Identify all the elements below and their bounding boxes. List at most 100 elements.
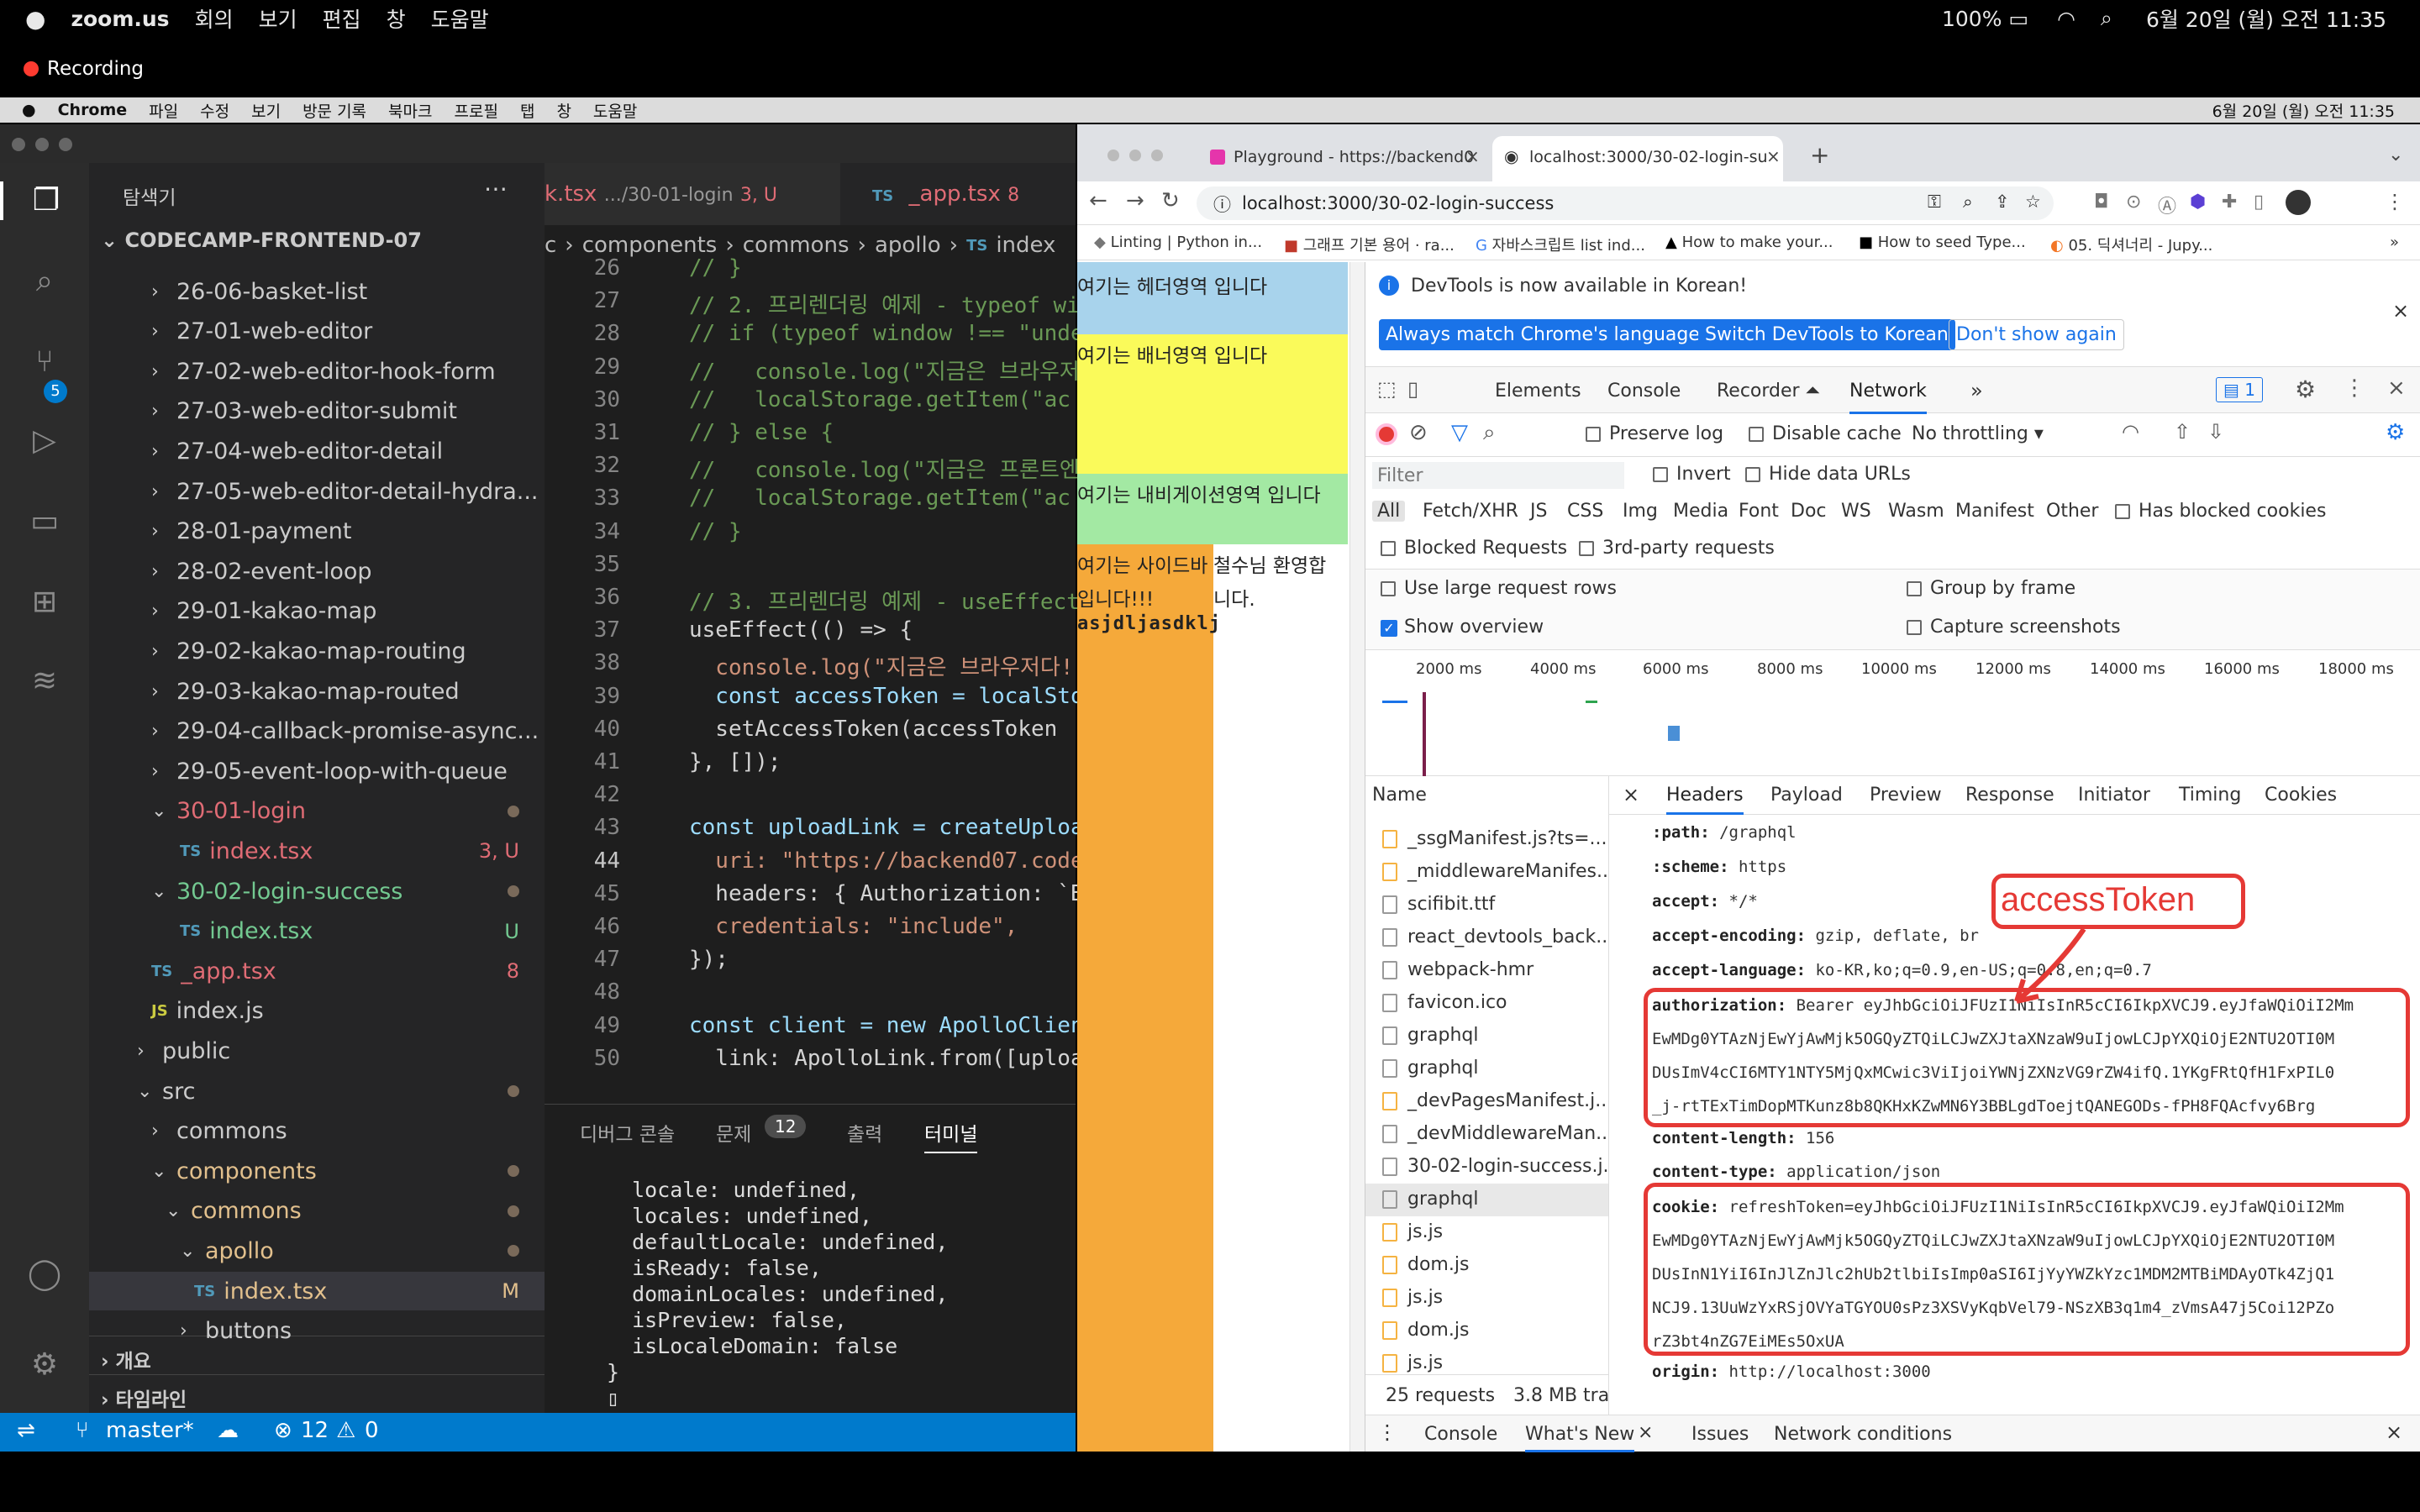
- tree-item[interactable]: › public: [89, 1032, 544, 1070]
- code-line[interactable]: uri: "https://backend07.code: [689, 848, 1083, 874]
- tree-item[interactable]: › buttons: [89, 1312, 544, 1351]
- bookmark-item[interactable]: G 자바스크립트 list ind...: [1476, 234, 1645, 255]
- breadcrumb-item[interactable]: c: [544, 233, 556, 258]
- tree-item[interactable]: › 29-02-kakao-map-routing: [89, 632, 544, 670]
- panel-tab-output[interactable]: 출력: [847, 1118, 882, 1147]
- window-close-button[interactable]: [12, 138, 25, 151]
- request-row[interactable]: _devPagesManifest.j...: [1365, 1085, 1608, 1118]
- filter-icon[interactable]: ▽: [1451, 420, 1468, 445]
- search-icon[interactable]: ⌕: [2101, 6, 2112, 31]
- back-button[interactable]: ←: [1089, 188, 1107, 213]
- breadcrumb-item[interactable]: apollo: [875, 233, 941, 258]
- new-tab-button[interactable]: +: [1810, 141, 1829, 169]
- devtools-tab-more[interactable]: »: [1970, 379, 1983, 402]
- tree-item[interactable]: › 27-02-web-editor-hook-form: [89, 352, 544, 391]
- chrome-menu-profile[interactable]: 프로필: [455, 99, 498, 122]
- run-debug-icon[interactable]: ▷: [25, 422, 64, 460]
- timeline-section[interactable]: › 타임라인: [89, 1374, 544, 1413]
- editor-tab-app[interactable]: TS _app.tsx 8: [872, 163, 1076, 225]
- has-blocked-cookies-checkbox[interactable]: [2115, 504, 2130, 519]
- explorer-icon[interactable]: ❐: [0, 181, 89, 220]
- devtools-tab-network[interactable]: Network: [1849, 381, 1927, 414]
- share-icon[interactable]: ⇪: [1995, 192, 2010, 212]
- request-row[interactable]: js.js: [1365, 1282, 1608, 1315]
- request-row[interactable]: js.js: [1365, 1347, 1608, 1374]
- tab-close-icon[interactable]: ×: [1465, 146, 1480, 166]
- filter-doc[interactable]: Doc: [1791, 501, 1827, 522]
- filter-input[interactable]: Filter: [1372, 462, 1624, 489]
- tree-item[interactable]: › commons: [89, 1112, 544, 1151]
- filter-font[interactable]: Font: [1739, 501, 1779, 522]
- throttling-select[interactable]: No throttling ▾: [1912, 423, 2044, 444]
- tree-item[interactable]: TS index.tsx 3, U: [89, 832, 544, 870]
- filter-wasm[interactable]: Wasm: [1888, 501, 1944, 522]
- tree-item[interactable]: › 29-01-kakao-map: [89, 592, 544, 631]
- name-column-header[interactable]: Name: [1372, 785, 1427, 806]
- request-row[interactable]: dom.js: [1365, 1249, 1608, 1282]
- code-line[interactable]: const accessToken = localSto: [689, 684, 1083, 709]
- import-har-icon[interactable]: ⇧: [2174, 420, 2191, 444]
- filter-manifest[interactable]: Manifest: [1955, 501, 2034, 522]
- code-line[interactable]: // localStorage.getItem("ac: [689, 387, 1071, 412]
- match-language-button[interactable]: Always match Chrome's language: [1379, 319, 1707, 350]
- docker-icon[interactable]: ≋: [25, 662, 64, 701]
- filter-js[interactable]: JS: [1530, 501, 1547, 522]
- detail-tab-timing[interactable]: Timing: [2179, 785, 2241, 806]
- breadcrumb-item[interactable]: components: [582, 233, 718, 258]
- tree-item[interactable]: › 29-05-event-loop-with-queue: [89, 752, 544, 790]
- code-line[interactable]: // console.log("지금은 브라우저: [689, 354, 1080, 386]
- code-line[interactable]: const uploadLink = createUploa: [689, 815, 1084, 840]
- devtools-tab-console[interactable]: Console: [1607, 381, 1681, 402]
- extension-icon[interactable]: ⬢: [2190, 192, 2206, 213]
- tree-item[interactable]: › 27-04-web-editor-detail: [89, 432, 544, 470]
- code-line[interactable]: console.log("지금은 브라우저다!!: [689, 650, 1086, 681]
- devtools-more-icon[interactable]: ⋮: [2344, 375, 2365, 401]
- explorer-more-icon[interactable]: ⋯: [484, 175, 508, 202]
- zoom-icon[interactable]: ⌕: [1963, 192, 1973, 213]
- menu-item-help[interactable]: 도움말: [431, 3, 489, 34]
- chrome-menu-history[interactable]: 방문 기록: [302, 99, 366, 122]
- tree-item[interactable]: ⌄ components: [89, 1152, 544, 1190]
- detail-tab-initiator[interactable]: Initiator: [2078, 785, 2150, 806]
- warning-icon[interactable]: ⚠: [336, 1418, 355, 1443]
- menu-item-meeting[interactable]: 회의: [195, 3, 234, 34]
- account-icon[interactable]: ◯: [25, 1255, 64, 1294]
- bookmarks-overflow-icon[interactable]: »: [2390, 234, 2399, 251]
- chrome-menubar-datetime[interactable]: 6월 20일 (월) 오전 11:35: [2212, 99, 2395, 122]
- filter-all[interactable]: All: [1372, 501, 1406, 522]
- bookmark-star-icon[interactable]: ☆: [2025, 192, 2041, 212]
- export-har-icon[interactable]: ⇩: [2207, 420, 2224, 444]
- error-count[interactable]: 12: [301, 1418, 329, 1443]
- filter-fetch-xhr[interactable]: Fetch/XHR: [1423, 501, 1518, 522]
- tree-item[interactable]: ⌄ apollo: [89, 1231, 544, 1270]
- tree-item[interactable]: ⌄ 30-02-login-success: [89, 872, 544, 911]
- third-party-checkbox[interactable]: [1579, 541, 1594, 556]
- tree-item[interactable]: ⌄ src: [89, 1072, 544, 1110]
- tree-item[interactable]: › 26-06-basket-list: [89, 272, 544, 311]
- extension-icon[interactable]: Ⓐ: [2158, 192, 2176, 218]
- menu-app-name[interactable]: zoom.us: [71, 7, 169, 31]
- breadcrumb-item[interactable]: commons: [743, 233, 850, 258]
- tree-item[interactable]: › 27-05-web-editor-detail-hydra...: [89, 472, 544, 511]
- tree-item[interactable]: › 27-01-web-editor: [89, 312, 544, 351]
- request-row[interactable]: _middlewareManifes...: [1365, 856, 1608, 889]
- error-icon[interactable]: ⊗: [274, 1418, 292, 1443]
- network-settings-icon[interactable]: ⚙: [2386, 420, 2405, 445]
- chrome-menu-tab[interactable]: 탭: [520, 99, 534, 122]
- git-branch-icon[interactable]: ⑂: [76, 1418, 89, 1443]
- forward-button[interactable]: →: [1126, 188, 1144, 213]
- bookmark-item[interactable]: ■ 그래프 기본 용어 · ra...: [1284, 234, 1455, 255]
- reload-button[interactable]: ↻: [1161, 188, 1180, 213]
- drawer-tab-issues[interactable]: Issues: [1691, 1424, 1749, 1445]
- warning-count[interactable]: 0: [365, 1418, 379, 1443]
- page-scrollbar[interactable]: [1349, 262, 1365, 1452]
- chrome-app-name[interactable]: Chrome: [58, 101, 128, 119]
- tree-item[interactable]: › 28-02-event-loop: [89, 552, 544, 591]
- device-toolbar-icon[interactable]: ▯: [1407, 377, 1418, 401]
- inspect-element-icon[interactable]: ⬚: [1377, 377, 1397, 401]
- tree-item[interactable]: › 29-03-kakao-map-routed: [89, 672, 544, 711]
- remote-explorer-icon[interactable]: ▭: [25, 502, 64, 541]
- menu-item-window[interactable]: 창: [387, 3, 406, 34]
- tab-localhost[interactable]: ◉ localhost:3000/30-02-login-su: [1492, 136, 1783, 181]
- tree-item[interactable]: JS index.js: [89, 992, 544, 1031]
